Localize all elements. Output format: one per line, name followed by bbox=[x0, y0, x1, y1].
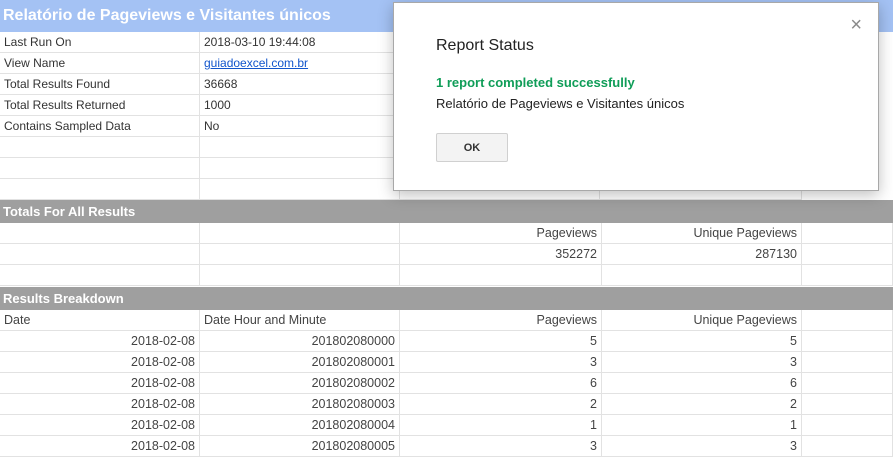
report-status-dialog: Report Status × 1 report completed succe… bbox=[393, 2, 879, 191]
breakdown-header-date: Date bbox=[0, 310, 200, 331]
empty-cell[interactable] bbox=[802, 394, 893, 415]
empty-cell[interactable] bbox=[0, 137, 200, 158]
empty-cell[interactable] bbox=[200, 244, 400, 265]
row-date-hour-minute: 201802080005 bbox=[200, 436, 400, 457]
empty-cell[interactable] bbox=[802, 265, 893, 286]
row-unique-pageviews: 1 bbox=[602, 415, 802, 436]
empty-cell[interactable] bbox=[802, 331, 893, 352]
meta-value-total-found: 36668 bbox=[200, 74, 400, 95]
report-title: Relatório de Pageviews e Visitantes únic… bbox=[3, 7, 331, 24]
breakdown-header-pageviews: Pageviews bbox=[400, 310, 602, 331]
row-date: 2018-02-08 bbox=[0, 352, 200, 373]
ok-button[interactable]: OK bbox=[436, 133, 508, 162]
totals-header-unique: Unique Pageviews bbox=[602, 223, 802, 244]
empty-cell[interactable] bbox=[802, 310, 893, 331]
row-unique-pageviews: 2 bbox=[602, 394, 802, 415]
meta-label-total-found: Total Results Found bbox=[0, 74, 200, 95]
meta-label-last-run: Last Run On bbox=[0, 32, 200, 53]
empty-cell[interactable] bbox=[802, 244, 893, 265]
empty-cell[interactable] bbox=[200, 137, 400, 158]
row-pageviews: 1 bbox=[400, 415, 602, 436]
dialog-title: Report Status bbox=[436, 37, 534, 54]
empty-cell[interactable] bbox=[200, 158, 400, 179]
row-date-hour-minute: 201802080000 bbox=[200, 331, 400, 352]
row-date-hour-minute: 201802080002 bbox=[200, 373, 400, 394]
row-unique-pageviews: 6 bbox=[602, 373, 802, 394]
row-date: 2018-02-08 bbox=[0, 331, 200, 352]
breakdown-band: Results Breakdown bbox=[0, 287, 893, 310]
meta-value-view-name-cell: guiadoexcel.com.br bbox=[200, 53, 400, 74]
row-pageviews: 2 bbox=[400, 394, 602, 415]
totals-value-unique: 287130 bbox=[602, 244, 802, 265]
breakdown-band-label: Results Breakdown bbox=[3, 291, 124, 306]
empty-cell[interactable] bbox=[0, 265, 200, 286]
row-date: 2018-02-08 bbox=[0, 394, 200, 415]
dialog-success-message: 1 report completed successfully bbox=[436, 75, 635, 90]
empty-cell[interactable] bbox=[0, 158, 200, 179]
empty-cell[interactable] bbox=[0, 179, 200, 200]
row-pageviews: 3 bbox=[400, 436, 602, 457]
row-date: 2018-02-08 bbox=[0, 415, 200, 436]
totals-band-label: Totals For All Results bbox=[3, 204, 136, 219]
meta-value-total-returned: 1000 bbox=[200, 95, 400, 116]
row-pageviews: 3 bbox=[400, 352, 602, 373]
empty-cell[interactable] bbox=[200, 179, 400, 200]
meta-value-sampled: No bbox=[200, 116, 400, 137]
empty-cell[interactable] bbox=[802, 352, 893, 373]
breakdown-header-date-hour-minute: Date Hour and Minute bbox=[200, 310, 400, 331]
totals-band: Totals For All Results bbox=[0, 200, 893, 223]
close-icon[interactable]: × bbox=[850, 15, 862, 35]
row-date-hour-minute: 201802080003 bbox=[200, 394, 400, 415]
totals-header-pageviews: Pageviews bbox=[400, 223, 602, 244]
empty-cell[interactable] bbox=[0, 223, 200, 244]
empty-cell[interactable] bbox=[602, 265, 802, 286]
empty-cell[interactable] bbox=[802, 373, 893, 394]
row-date: 2018-02-08 bbox=[0, 436, 200, 457]
breakdown-header-unique: Unique Pageviews bbox=[602, 310, 802, 331]
empty-cell[interactable] bbox=[400, 265, 602, 286]
row-date-hour-minute: 201802080004 bbox=[200, 415, 400, 436]
row-unique-pageviews: 3 bbox=[602, 436, 802, 457]
row-date: 2018-02-08 bbox=[0, 373, 200, 394]
empty-cell[interactable] bbox=[802, 415, 893, 436]
meta-label-view-name: View Name bbox=[0, 53, 200, 74]
row-date-hour-minute: 201802080001 bbox=[200, 352, 400, 373]
row-unique-pageviews: 5 bbox=[602, 331, 802, 352]
empty-cell[interactable] bbox=[200, 223, 400, 244]
row-pageviews: 6 bbox=[400, 373, 602, 394]
dialog-report-name: Relatório de Pageviews e Visitantes únic… bbox=[436, 96, 685, 111]
meta-label-sampled: Contains Sampled Data bbox=[0, 116, 200, 137]
empty-cell[interactable] bbox=[802, 436, 893, 457]
empty-cell[interactable] bbox=[200, 265, 400, 286]
view-name-link[interactable]: guiadoexcel.com.br bbox=[204, 56, 308, 70]
meta-label-total-returned: Total Results Returned bbox=[0, 95, 200, 116]
empty-cell[interactable] bbox=[802, 223, 893, 244]
totals-value-pageviews: 352272 bbox=[400, 244, 602, 265]
row-unique-pageviews: 3 bbox=[602, 352, 802, 373]
empty-cell[interactable] bbox=[0, 244, 200, 265]
meta-value-last-run: 2018-03-10 19:44:08 bbox=[200, 32, 400, 53]
row-pageviews: 5 bbox=[400, 331, 602, 352]
